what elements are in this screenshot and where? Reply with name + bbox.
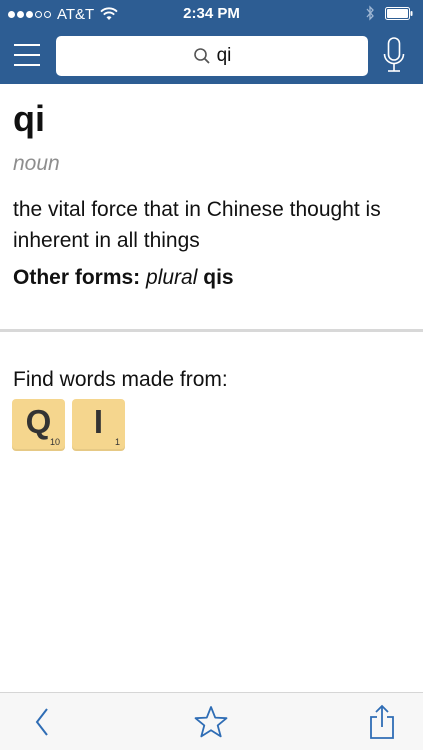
bottom-toolbar	[0, 692, 423, 750]
tile-score: 1	[114, 437, 120, 447]
bluetooth-icon	[366, 5, 374, 21]
microphone-icon[interactable]	[382, 36, 406, 76]
status-right	[365, 5, 413, 21]
share-button[interactable]	[364, 693, 400, 751]
tile-score: 10	[49, 437, 60, 447]
other-forms-label: Other forms:	[13, 266, 141, 289]
tile-letter: Q	[25, 403, 52, 440]
status-bar: AT&T 2:34 PM	[0, 0, 423, 28]
definition-text: the vital force that in Chinese thought …	[13, 198, 381, 252]
letter-tiles: Q 10 I 1	[12, 399, 125, 451]
find-words-label: Find words made from:	[13, 368, 228, 391]
letter-tile-i[interactable]: I 1	[72, 399, 125, 451]
search-icon	[193, 48, 210, 64]
star-icon	[194, 706, 228, 738]
menu-icon[interactable]	[14, 44, 40, 66]
favorite-button[interactable]	[191, 693, 231, 751]
plural-label: plural	[146, 266, 198, 289]
part-of-speech: noun	[13, 152, 60, 175]
search-field[interactable]: qi	[56, 36, 368, 76]
back-icon	[35, 708, 48, 736]
letter-tile-q[interactable]: Q 10	[12, 399, 65, 451]
entry-word: qi	[13, 98, 45, 139]
tile-letter: I	[93, 403, 104, 440]
app-header: AT&T 2:34 PM qi	[0, 0, 423, 84]
status-time: 2:34 PM	[183, 5, 240, 22]
plural-form[interactable]: qis	[203, 266, 233, 289]
back-button[interactable]	[24, 693, 60, 751]
search-query[interactable]: qi	[217, 45, 232, 67]
section-divider	[0, 329, 423, 332]
battery-icon	[385, 6, 413, 20]
share-icon	[370, 704, 394, 739]
other-forms: Other forms: plural qis	[13, 266, 234, 290]
